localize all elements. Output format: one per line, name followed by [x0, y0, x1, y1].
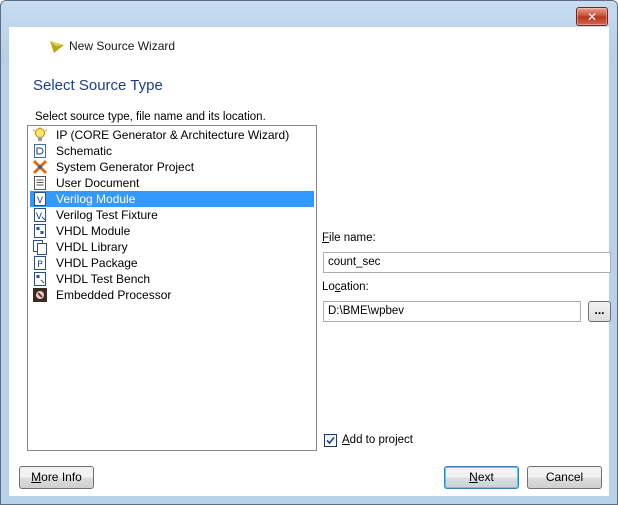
document-icon — [32, 175, 48, 191]
wizard-window: ✕ New Source Wizard Select Source Type S… — [0, 0, 618, 505]
more-info-button[interactable]: More Info — [19, 466, 94, 489]
vhdl-package-icon: P — [32, 255, 48, 271]
svg-text:V: V — [36, 212, 43, 222]
file-name-input[interactable]: count_sec — [323, 252, 611, 273]
add-to-project-label[interactable]: Add to project — [342, 434, 413, 446]
list-item-vhdl-module[interactable]: VHDL Module — [30, 223, 314, 239]
vhdl-library-icon — [32, 239, 48, 255]
list-item-embedded-processor[interactable]: Embedded Processor — [30, 287, 314, 303]
list-item-user-document[interactable]: User Document — [30, 175, 314, 191]
list-item-vhdl-test-bench[interactable]: VHDL Test Bench — [30, 271, 314, 287]
browse-button[interactable]: ... — [588, 301, 611, 322]
processor-icon — [32, 287, 48, 303]
instruction-text: Select source type, file name and its lo… — [35, 111, 266, 123]
source-type-list[interactable]: IP (CORE Generator & Architecture Wizard… — [27, 125, 317, 451]
close-icon: ✕ — [586, 9, 598, 24]
list-item-vhdl-package[interactable]: P VHDL Package — [30, 255, 314, 271]
list-item-schematic[interactable]: Schematic — [30, 143, 314, 159]
cancel-button[interactable]: Cancel — [527, 466, 602, 489]
location-label: Location: — [322, 281, 369, 293]
wizard-arrow-icon — [49, 40, 65, 57]
list-item-verilog-test-fixture[interactable]: V Verilog Test Fixture — [30, 207, 314, 223]
page-title: Select Source Type — [33, 77, 163, 94]
sysgen-icon — [32, 159, 48, 175]
list-item-ip[interactable]: IP (CORE Generator & Architecture Wizard… — [30, 127, 314, 143]
vhdl-module-icon — [32, 223, 48, 239]
schematic-icon — [32, 143, 48, 159]
svg-text:P: P — [37, 260, 43, 270]
verilog-module-icon: V — [32, 191, 48, 207]
list-item-sysgen[interactable]: System Generator Project — [30, 159, 314, 175]
wizard-header: New Source Wizard — [9, 27, 609, 65]
add-to-project-checkbox[interactable] — [324, 434, 337, 447]
list-item-verilog-module[interactable]: V Verilog Module — [30, 191, 314, 207]
location-input[interactable]: D:\BME\wpbev — [323, 301, 581, 322]
checkmark-icon — [326, 436, 335, 445]
svg-text:V: V — [37, 196, 44, 206]
wizard-content: Select Source Type Select source type, f… — [9, 65, 611, 496]
close-button[interactable]: ✕ — [576, 7, 608, 26]
vhdl-testbench-icon — [32, 271, 48, 287]
list-item-vhdl-library[interactable]: VHDL Library — [30, 239, 314, 255]
file-name-label: File name: — [322, 232, 376, 244]
verilog-test-icon: V — [32, 207, 48, 223]
ip-bulb-icon — [32, 127, 48, 143]
next-button[interactable]: Next — [444, 466, 519, 489]
window-title: New Source Wizard — [69, 39, 176, 53]
